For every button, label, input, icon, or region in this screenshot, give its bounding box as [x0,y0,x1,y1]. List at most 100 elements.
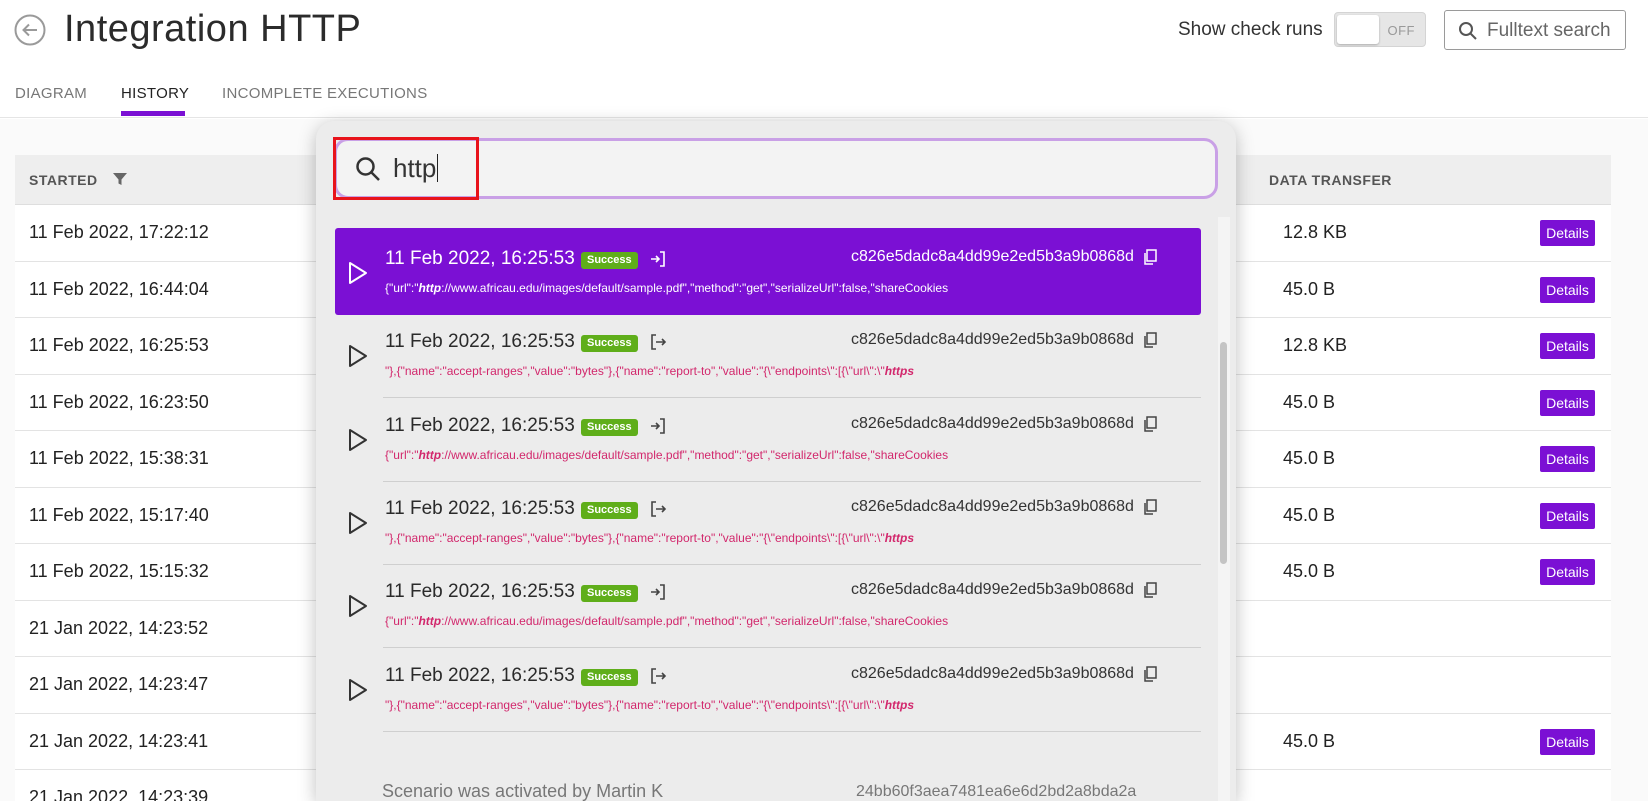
active-tab-indicator [121,111,185,116]
search-result[interactable]: 11 Feb 2022, 16:25:53 Success c826e5dadc8a… [335,311,1201,399]
partial-result-id: 24bb60f3aea7481ea6e6d2bd2a8bda2a [856,783,1137,800]
details-button[interactable]: Details [1540,389,1595,416]
copy-icon[interactable] [1143,415,1157,432]
status-badge: Success [581,668,638,686]
toggle-knob [1337,15,1379,44]
started-cell: 21 Jan 2022, 14:23:39 [29,787,209,801]
play-icon[interactable] [347,428,369,452]
page-title: Integration HTTP [64,8,362,50]
execution-id: c826e5dadc8a4dd99e2ed5b3a9b0868d [851,248,1134,265]
output-icon [651,334,667,351]
match-highlight: http [418,447,442,462]
started-cell: 11 Feb 2022, 16:25:53 [29,335,209,355]
tab-diagram[interactable]: DIAGRAM [15,85,87,102]
search-result[interactable]: 11 Feb 2022, 16:25:53 Success c826e5dadc8a… [335,645,1201,732]
match-highlight: https [884,530,915,545]
data-transfer-cell: 12.8 KB [1283,335,1348,355]
toggle-state-label: OFF [1387,23,1415,38]
details-button[interactable]: Details [1540,502,1595,529]
started-cell: 21 Jan 2022, 14:23:47 [29,674,209,694]
play-icon[interactable] [347,511,369,535]
copy-icon[interactable] [1143,665,1157,682]
search-icon [1459,22,1477,40]
copy-icon[interactable] [1143,582,1157,598]
data-transfer-cell: 45.0 B [1283,730,1336,751]
started-cell: 11 Feb 2022, 15:17:40 [29,504,209,525]
status-badge: Success [581,252,638,269]
started-cell: 21 Jan 2022, 14:23:52 [29,617,209,638]
started-cell: 11 Feb 2022, 16:23:50 [29,391,209,412]
details-button[interactable]: Details [1540,446,1595,472]
data-transfer-cell: 45.0 B [1283,504,1336,525]
filter-icon[interactable] [112,171,128,187]
result-snippet: {"url":"http://www.africau.edu/images/de… [385,447,949,462]
result-snippet: "},{"name":"accept-ranges","value":"byte… [385,364,915,379]
result-timestamp: 11 Feb 2022, 16:25:53 [385,664,575,686]
show-check-runs-toggle[interactable]: OFF [1334,12,1426,47]
play-icon[interactable] [347,344,369,368]
data-transfer-cell: 45.0 B [1283,448,1336,468]
fulltext-search-label: Fulltext search [1487,20,1611,41]
data-transfer-cell: 12.8 KB [1283,222,1348,242]
tab-incomplete-executions[interactable]: INCOMPLETE EXECUTIONS [222,85,428,102]
play-icon[interactable] [347,678,369,702]
play-icon[interactable] [347,261,369,285]
result-timestamp: 11 Feb 2022, 16:25:53 [385,581,575,603]
execution-id: c826e5dadc8a4dd99e2ed5b3a9b0868d [851,664,1134,682]
result-timestamp: 11 Feb 2022, 16:25:53 [385,414,575,436]
column-started[interactable]: STARTED [29,172,98,188]
details-button[interactable]: Details [1540,559,1595,585]
result-snippet: {"url":"http://www.africau.edu/images/de… [385,614,949,629]
result-snippet: "},{"name":"accept-ranges","value":"byte… [385,530,915,545]
tab-history[interactable]: HISTORY [121,85,189,102]
result-timestamp: 11 Feb 2022, 16:25:53 [385,497,575,519]
details-button[interactable]: Details [1540,728,1595,755]
play-icon[interactable] [347,594,369,618]
result-timestamp: 11 Feb 2022, 16:25:53 [385,248,575,269]
status-badge: Success [581,335,638,353]
started-cell: 11 Feb 2022, 16:44:04 [29,278,209,299]
execution-id: c826e5dadc8a4dd99e2ed5b3a9b0868d [851,581,1134,599]
copy-icon[interactable] [1143,332,1157,349]
started-cell: 11 Feb 2022, 15:15:32 [29,561,209,581]
search-dialog: http 11 Feb 2022, 16:25:53 Success c826e5d… [316,121,1236,801]
result-timestamp: 11 Feb 2022, 16:25:53 [385,331,575,353]
column-data-transfer[interactable]: DATA TRANSFER [1269,172,1392,188]
started-cell: 21 Jan 2022, 14:23:41 [29,730,209,751]
execution-id: c826e5dadc8a4dd99e2ed5b3a9b0868d [851,331,1134,349]
tab-bar: DIAGRAM HISTORY INCOMPLETE EXECUTIONS [0,78,1648,118]
search-result[interactable]: 11 Feb 2022, 16:25:53 Success c826e5dadc8a… [335,395,1201,482]
input-icon [651,417,665,434]
fulltext-search-button[interactable]: Fulltext search [1444,10,1626,50]
status-badge: Success [581,585,638,603]
status-badge: Success [581,418,638,436]
result-snippet: "},{"name":"accept-ranges","value":"byte… [385,697,915,712]
started-cell: 11 Feb 2022, 17:22:12 [29,222,209,242]
input-icon [651,251,665,267]
details-button[interactable]: Details [1540,333,1595,359]
started-cell: 11 Feb 2022, 15:38:31 [29,448,209,468]
page: Integration HTTP Show check runs OFF Ful… [0,0,1648,801]
search-result-selected[interactable]: 11 Feb 2022, 16:25:53 Success c826e5dadc8a… [335,228,1201,315]
match-highlight: https [884,697,915,712]
result-snippet: {"url":"http://www.africau.edu/images/de… [385,281,949,295]
search-result[interactable]: 11 Feb 2022, 16:25:53 Success c826e5dadc8a… [335,478,1201,565]
execution-id: c826e5dadc8a4dd99e2ed5b3a9b0868d [851,497,1134,515]
back-arrow-icon[interactable] [14,14,46,46]
data-transfer-cell: 45.0 B [1283,391,1336,412]
output-icon [651,501,667,517]
data-transfer-cell: 45.0 B [1283,278,1336,299]
details-button[interactable]: Details [1540,220,1595,246]
highlight-annotation [333,137,479,200]
copy-icon[interactable] [1143,249,1157,265]
copy-icon[interactable] [1143,499,1157,515]
show-check-runs-label: Show check runs [1178,19,1323,40]
partial-result-text: Scenario was activated by Martin K [382,781,664,801]
output-icon [651,667,667,684]
search-result[interactable]: 11 Feb 2022, 16:25:53 Success c826e5dadc8a… [335,561,1201,649]
details-button[interactable]: Details [1540,276,1595,303]
status-badge: Success [581,501,638,519]
scrollbar-thumb[interactable] [1220,342,1227,564]
data-transfer-cell: 45.0 B [1283,561,1336,581]
execution-id: c826e5dadc8a4dd99e2ed5b3a9b0868d [851,414,1134,432]
